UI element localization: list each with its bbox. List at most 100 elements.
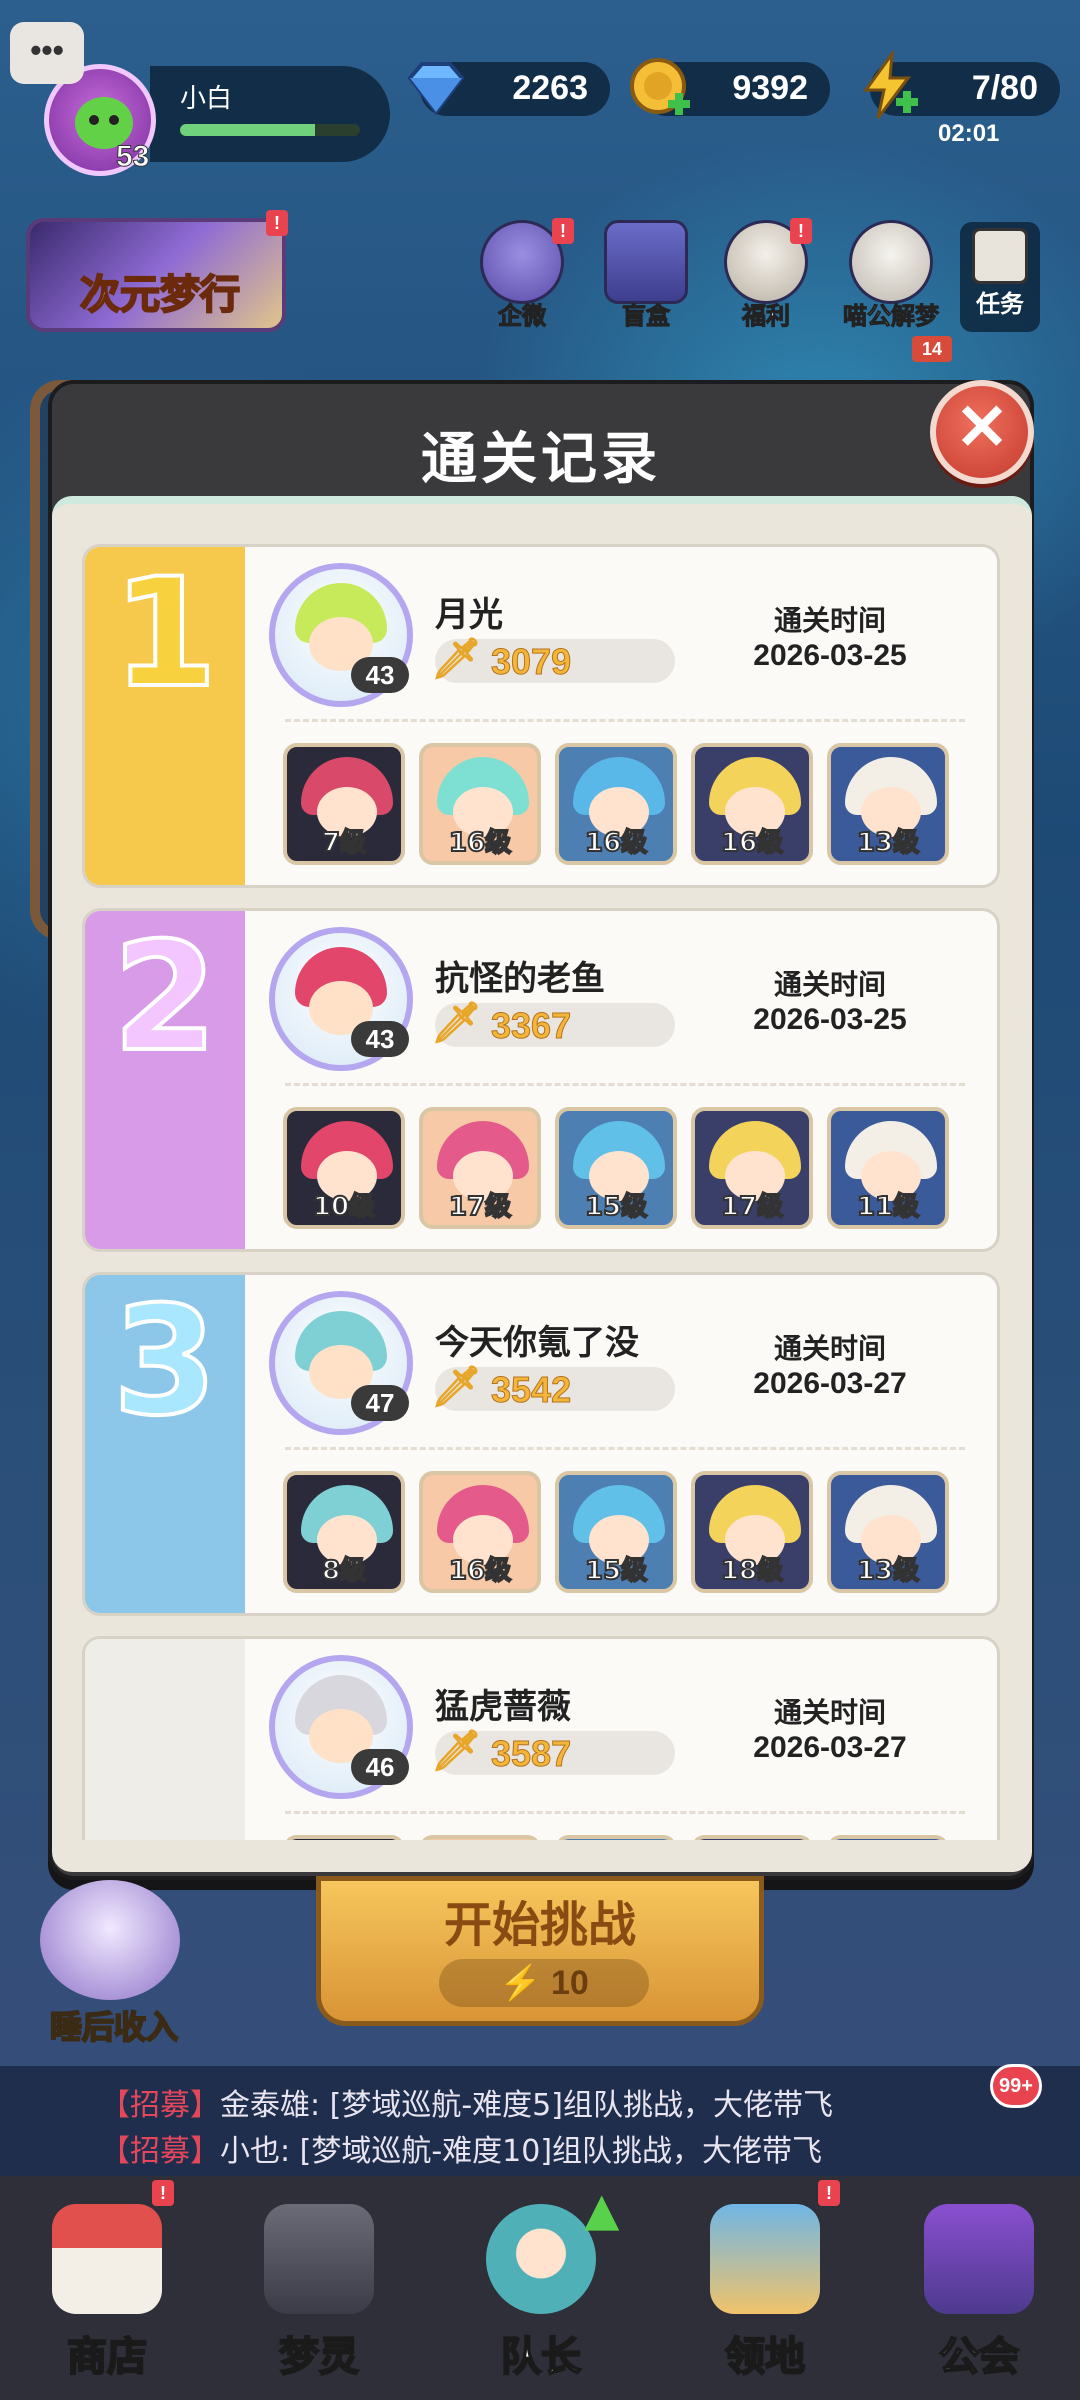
notice-dot: ! [266,210,288,236]
hero-level: 16级 [584,827,648,859]
hero-tile[interactable]: 16级 [555,743,677,865]
hero-tile[interactable]: 13级 [827,1471,949,1593]
hero-tile[interactable]: 10级 [283,1107,405,1229]
feature-label: 企微 [498,302,547,331]
hero-tile[interactable]: 16级 [419,1471,541,1593]
combat-power: 🗡 3542 [431,1364,675,1411]
combat-power-value: 3587 [490,1733,572,1775]
player-level-badge: 46 [351,1749,409,1785]
player-avatar-frame[interactable]: 43 [269,563,413,707]
clear-time-label: 通关时间 [773,604,886,637]
clear-time-date: 2026-03-27 [753,1731,907,1764]
sleep-income-button[interactable]: 睡后收入 [0,1880,200,2060]
record-card[interactable]: 2 43 抗怪的老鱼 🗡 3367 通关时间 2026-03-25 10级 17级 1… [82,908,1000,1252]
shop-icon [52,2204,162,2314]
player-name: 今天你氪了没 [435,1323,639,1363]
hero-tile[interactable] [283,1835,405,1840]
rank-number: 1 [111,547,219,723]
hero-tile[interactable]: 16级 [419,743,541,865]
hero-level: 8级 [321,1555,367,1587]
hero-level: 15级 [584,1191,648,1223]
nav-label: 梦灵 [278,2333,360,2381]
player-name: 小白 [180,84,233,114]
player-level-badge: 47 [351,1385,409,1421]
rank-badge: 3 [85,1275,245,1613]
hero-tile[interactable]: 16级 [691,743,813,865]
chat-line: 【招募】小也: [梦域巡航-难度10]组队挑战，大佬带飞 [100,2126,822,2170]
hero-tile[interactable]: 17级 [419,1107,541,1229]
hero-lineup: 10级 17级 15级 17级 11级 [283,1107,983,1231]
nav-label: 商店 [66,2333,148,2381]
robot-icon [264,2204,374,2314]
hero-tile[interactable]: 15级 [555,1471,677,1593]
hero-level: 15级 [584,1555,648,1587]
hero-level: 13级 [856,827,920,859]
clipboard-icon [972,228,1028,284]
nav-label: 公会 [938,2333,1020,2381]
feature-dream[interactable]: 喵公解梦 [836,220,946,331]
record-card[interactable]: 4 46 猛虎蔷薇 🗡3587 通关时间 2026-03-27 [82,1636,1000,1840]
hero-lineup [283,1835,983,1840]
hero-tile[interactable]: 7级 [283,743,405,865]
clear-time-date: 2026-03-27 [753,1367,907,1400]
hero-tile[interactable]: 13级 [827,743,949,865]
hero-tile[interactable] [691,1835,813,1840]
hero-level: 16级 [448,827,512,859]
hero-tile[interactable] [555,1835,677,1840]
combat-power-value: 3079 [490,641,572,683]
start-challenge-button[interactable]: 开始挑战 ⚡ 10 [316,1876,764,2026]
tasks-button[interactable]: 任务 [960,222,1040,332]
hero-tile[interactable]: 18级 [691,1471,813,1593]
clear-time-label: 通关时间 [773,968,886,1001]
player-level-badge: 43 [351,657,409,693]
event-banner-label: 次元梦行 [79,271,241,319]
chat-unread-badge: 99+ [990,2064,1042,2108]
hero-tile[interactable] [827,1835,949,1840]
modal-title: 通关记录 [421,427,661,492]
record-card[interactable]: 3 47 今天你氪了没 🗡 3542 通关时间 2026-03-27 8级 16级 1… [82,1272,1000,1616]
hero-level: 16级 [448,1555,512,1587]
captain-icon [486,2204,596,2314]
diamond-icon [407,62,465,116]
combat-power: 🗡 3367 [431,1000,675,1047]
nav-dream-spirit[interactable]: 梦灵 [234,2190,404,2390]
player-avatar-frame[interactable]: 43 [269,927,413,1071]
feature-label: 盲盒 [622,302,671,331]
hero-tile[interactable] [419,1835,541,1840]
record-card[interactable]: 1 43 月光 🗡 3079 通关时间 2026-03-25 7级 16级 16级 16… [82,544,1000,888]
close-icon: ✕ [955,391,1009,463]
box-icon [604,220,688,304]
rank-badge: 2 [85,911,245,1249]
player-avatar-frame[interactable]: 47 [269,1291,413,1435]
hero-tile[interactable]: 15级 [555,1107,677,1229]
hero-tile[interactable]: 17级 [691,1107,813,1229]
divider [285,1083,965,1086]
nav-shop[interactable]: 商店 [22,2190,192,2390]
avatar-eye [109,115,119,125]
notice-dot: ! [790,218,812,244]
divider [285,719,965,722]
nav-territory[interactable]: 领地 [680,2190,850,2390]
player-avatar-frame[interactable]: 46 [269,1655,413,1799]
exp-bar-fill [180,124,315,136]
hero-tile[interactable]: 8级 [283,1471,405,1593]
chat-text: 小也: [梦域巡航-难度10]组队挑战，大佬带飞 [220,2134,823,2169]
clear-time-label: 通关时间 [773,1696,886,1729]
energy-cost: ⚡ 10 [439,1959,649,2007]
coin-plus-icon[interactable] [624,52,696,124]
hero-tile[interactable]: 11级 [827,1107,949,1229]
player-name: 猛虎蔷薇 [435,1687,571,1727]
notice-dot: ! [152,2180,174,2206]
chat-bubble-icon[interactable]: ••• [10,22,84,84]
sword-icon: 🗡 [431,1000,482,1046]
close-button[interactable]: ✕ [930,380,1034,484]
clear-time-date: 2026-03-25 [753,639,907,672]
nav-guild[interactable]: 公会 [894,2190,1064,2390]
combat-power: 🗡 3587 [431,1728,675,1775]
event-banner[interactable]: 次元梦行 [26,218,286,332]
feature-label: 福利 [742,302,791,331]
chat-line: 【招募】金泰雄: [梦域巡航-难度5]组队挑战，大佬带飞 [100,2080,833,2124]
record-list[interactable]: 1 43 月光 🗡 3079 通关时间 2026-03-25 7级 16级 16级 16… [82,544,1000,1840]
energy-plus-icon[interactable] [852,50,924,122]
feature-blindbox[interactable]: 盲盒 [598,220,694,331]
